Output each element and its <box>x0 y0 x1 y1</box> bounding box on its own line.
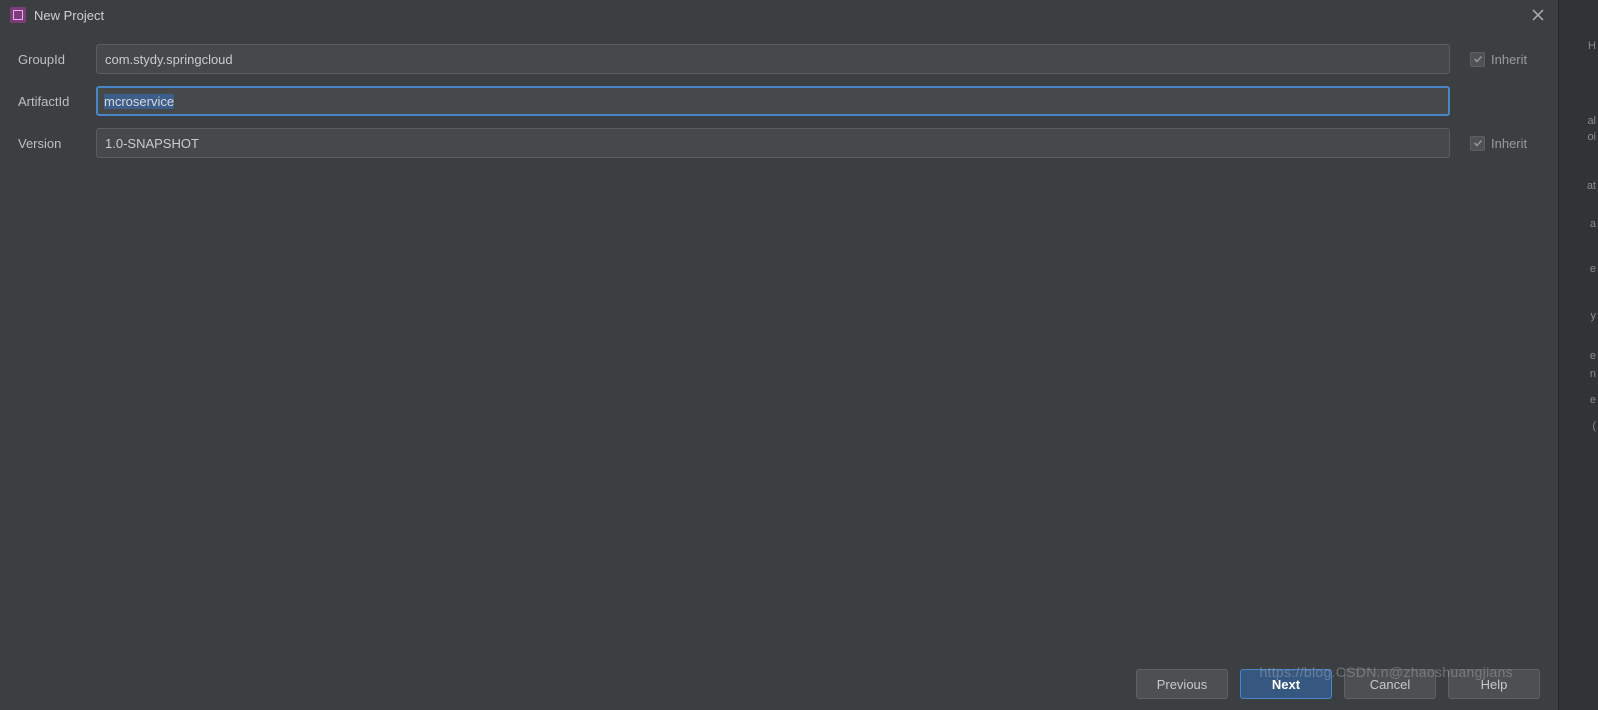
artifact-id-row: ArtifactId mcroservice Inherit <box>18 86 1540 116</box>
side-frag: a <box>1590 218 1596 230</box>
side-frag: e <box>1590 350 1596 362</box>
version-inherit-checkbox[interactable] <box>1470 136 1485 151</box>
side-frag: n <box>1590 368 1596 380</box>
side-frag: at <box>1587 180 1596 192</box>
titlebar: New Project <box>0 0 1558 30</box>
side-frag: al <box>1587 115 1596 127</box>
group-id-inherit-label: Inherit <box>1491 52 1527 67</box>
check-icon <box>1473 54 1483 64</box>
check-icon <box>1473 138 1483 148</box>
side-strip: H al oi at a e y e n e ( <box>1558 0 1598 710</box>
side-frag: e <box>1590 263 1596 275</box>
cancel-button[interactable]: Cancel <box>1344 669 1436 699</box>
close-icon <box>1532 9 1544 21</box>
close-button[interactable] <box>1526 4 1550 26</box>
side-frag: e <box>1590 394 1596 406</box>
new-project-dialog: New Project GroupId <box>0 0 1558 710</box>
window-title: New Project <box>34 8 104 23</box>
group-id-inherit-checkbox[interactable] <box>1470 52 1485 67</box>
version-input[interactable] <box>96 128 1450 158</box>
side-frag: oi <box>1587 131 1596 143</box>
intellij-icon <box>10 7 26 23</box>
artifact-id-input[interactable]: mcroservice <box>96 86 1450 116</box>
version-row: Version Inherit <box>18 128 1540 158</box>
artifact-id-value: mcroservice <box>104 94 174 109</box>
previous-button[interactable]: Previous <box>1136 669 1228 699</box>
dialog-content: GroupId Inherit ArtifactId <box>0 30 1558 658</box>
version-inherit-cell: Inherit <box>1460 136 1540 151</box>
version-inherit-label: Inherit <box>1491 136 1527 151</box>
group-id-inherit-cell: Inherit <box>1460 52 1540 67</box>
version-label: Version <box>18 136 86 151</box>
help-button[interactable]: Help <box>1448 669 1540 699</box>
next-button[interactable]: Next <box>1240 669 1332 699</box>
group-id-input[interactable] <box>96 44 1450 74</box>
side-frag: y <box>1591 310 1597 322</box>
group-id-label: GroupId <box>18 52 86 67</box>
artifact-id-label: ArtifactId <box>18 94 86 109</box>
button-bar: Previous Next Cancel Help <box>0 658 1558 710</box>
group-id-row: GroupId Inherit <box>18 44 1540 74</box>
side-frag: H <box>1588 40 1596 52</box>
side-frag: ( <box>1592 420 1596 432</box>
app-shell: New Project GroupId <box>0 0 1598 710</box>
